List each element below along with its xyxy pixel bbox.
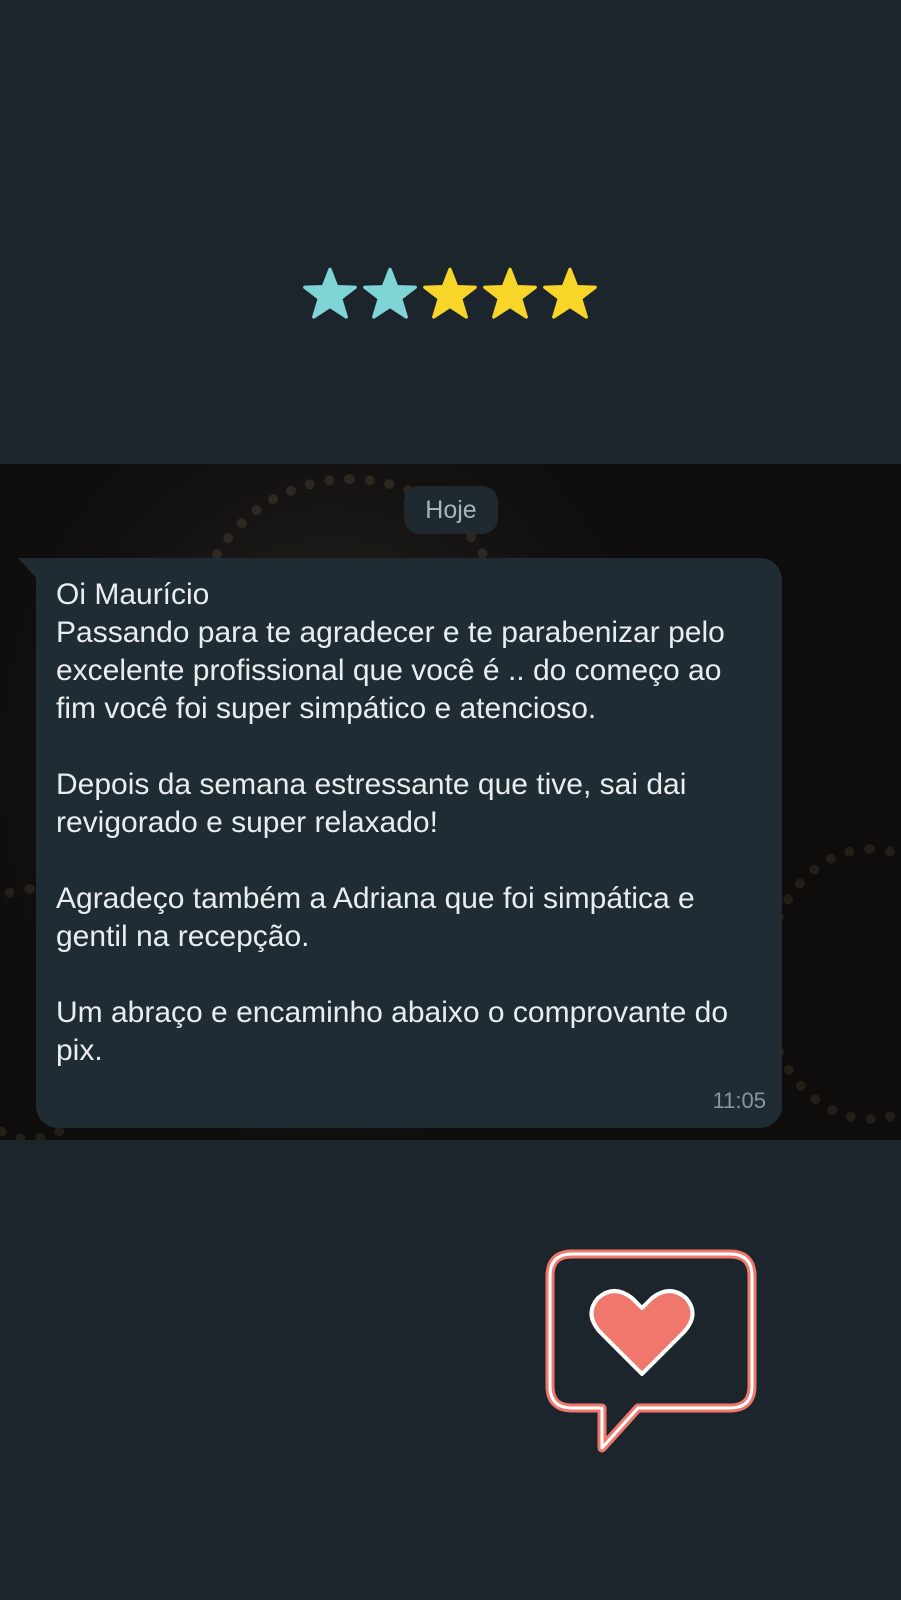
star-rating [302, 266, 602, 322]
testimonial-screen: Hoje Oi Maurício Passando para te agrade… [0, 0, 901, 1600]
chat-screenshot: Hoje Oi Maurício Passando para te agrade… [0, 464, 901, 1140]
date-separator: Hoje [404, 486, 498, 534]
star-icon [543, 267, 597, 319]
message-paragraph: Oi Maurício Passando para te agradecer e… [56, 578, 725, 725]
heart-speech-bubble-icon [538, 1246, 768, 1476]
star-icon [303, 267, 357, 319]
message-timestamp: 11:05 [712, 1088, 766, 1113]
message-paragraph: Um abraço e encaminho abaixo o comprovan… [56, 996, 729, 1067]
star-icon [423, 267, 477, 319]
message-bubble[interactable]: Oi Maurício Passando para te agradecer e… [18, 558, 782, 1128]
star-icon [483, 267, 537, 319]
message-paragraph: Depois da semana estressante que tive, s… [56, 768, 687, 839]
star-icon [363, 267, 417, 319]
bubble-tail [18, 558, 38, 580]
message-paragraph: Agradeço também a Adriana que foi simpát… [56, 882, 695, 953]
